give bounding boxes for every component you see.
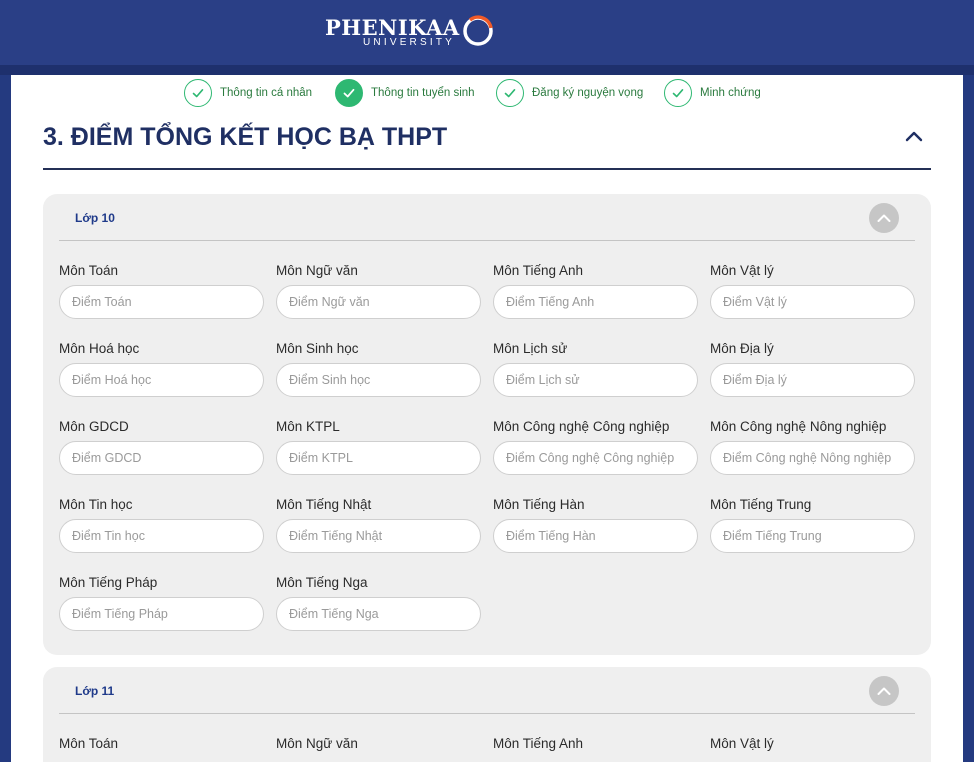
field-label: Môn Ngữ văn xyxy=(276,736,358,751)
grade-10-panel: Lớp 10 Môn Toán Môn Ngữ văn Môn Tiếng An… xyxy=(43,194,931,655)
score-input-tieng-han[interactable] xyxy=(493,519,698,553)
field-label: Môn Địa lý xyxy=(710,341,774,356)
phenikaa-logo[interactable]: PHENIKAA UNIVERSITY xyxy=(325,14,500,50)
field-label: Môn Toán xyxy=(59,736,119,751)
field-label: Môn Vật lý xyxy=(710,736,774,751)
score-input-dia-ly[interactable] xyxy=(710,363,915,397)
chevron-up-icon[interactable] xyxy=(905,129,923,143)
field-label: Môn Ngữ văn xyxy=(276,263,358,278)
score-input-tieng-phap[interactable] xyxy=(59,597,264,631)
site-header: PHENIKAA UNIVERSITY xyxy=(0,0,974,65)
panel-collapse-button[interactable] xyxy=(869,676,899,706)
score-input-cong-nghe-nong-nghiep[interactable] xyxy=(710,441,915,475)
score-input-ktpl[interactable] xyxy=(276,441,481,475)
logo-subtitle: UNIVERSITY xyxy=(363,37,456,48)
score-input-gdcd[interactable] xyxy=(59,441,264,475)
score-input-ngu-van[interactable] xyxy=(276,285,481,319)
form-card: Thông tin cá nhân Thông tin tuyển sinh Đ… xyxy=(11,75,963,762)
score-input-lich-su[interactable] xyxy=(493,363,698,397)
score-input-hoa-hoc[interactable] xyxy=(59,363,264,397)
score-input-tin-hoc[interactable] xyxy=(59,519,264,553)
check-icon xyxy=(184,79,212,107)
section-title: 3. ĐIỂM TỔNG KẾT HỌC BẠ THPT xyxy=(43,123,448,151)
field-label: Môn Tiếng Pháp xyxy=(59,575,158,590)
field-label: Môn Tiếng Anh xyxy=(493,263,584,278)
panel-collapse-button[interactable] xyxy=(869,203,899,233)
field-label: Môn Hoá học xyxy=(59,341,140,356)
score-input-toan[interactable] xyxy=(59,285,264,319)
field-label: Môn Công nghệ Nông nghiệp xyxy=(710,419,887,434)
section-divider xyxy=(43,168,931,170)
score-input-tieng-anh[interactable] xyxy=(493,285,698,319)
chevron-up-icon xyxy=(877,214,891,222)
step-label: Thông tin cá nhân xyxy=(220,87,313,99)
panel-title: Lớp 11 xyxy=(75,684,115,698)
score-input-tieng-nhat[interactable] xyxy=(276,519,481,553)
panel-divider xyxy=(59,713,915,714)
check-icon xyxy=(496,79,524,107)
field-label: Môn KTPL xyxy=(276,419,340,434)
field-label: Môn Công nghệ Công nghiệp xyxy=(493,419,670,434)
field-label: Môn GDCD xyxy=(59,419,129,434)
score-input-cong-nghe-cong-nghiep[interactable] xyxy=(493,441,698,475)
chevron-up-icon xyxy=(877,687,891,695)
field-label: Môn Tin học xyxy=(59,497,133,512)
field-label: Môn Vật lý xyxy=(710,263,774,278)
panel-title: Lớp 10 xyxy=(75,211,115,225)
field-label: Môn Tiếng Nhật xyxy=(276,497,372,512)
field-label: Môn Tiếng Nga xyxy=(276,575,368,590)
check-icon xyxy=(335,79,363,107)
field-label: Môn Sinh học xyxy=(276,341,359,356)
logo-ring-icon xyxy=(463,15,493,46)
step-label: Đăng ký nguyện vọng xyxy=(532,87,644,99)
field-label: Môn Tiếng Anh xyxy=(493,736,584,751)
header-shadow xyxy=(0,65,974,75)
field-label: Môn Tiếng Trung xyxy=(710,497,812,512)
field-label: Môn Tiếng Hàn xyxy=(493,497,585,512)
field-label: Môn Toán xyxy=(59,263,119,278)
field-label: Môn Lịch sử xyxy=(493,341,568,356)
score-input-sinh-hoc[interactable] xyxy=(276,363,481,397)
step-label: Minh chứng xyxy=(700,87,761,99)
score-input-tieng-trung[interactable] xyxy=(710,519,915,553)
grade-11-panel: Lớp 11 Môn Toán Môn Ngữ văn Môn Tiếng An… xyxy=(43,667,931,762)
check-icon xyxy=(664,79,692,107)
score-input-tieng-nga[interactable] xyxy=(276,597,481,631)
panel-divider xyxy=(59,240,915,241)
step-label: Thông tin tuyển sinh xyxy=(371,87,475,99)
score-input-vat-ly[interactable] xyxy=(710,285,915,319)
